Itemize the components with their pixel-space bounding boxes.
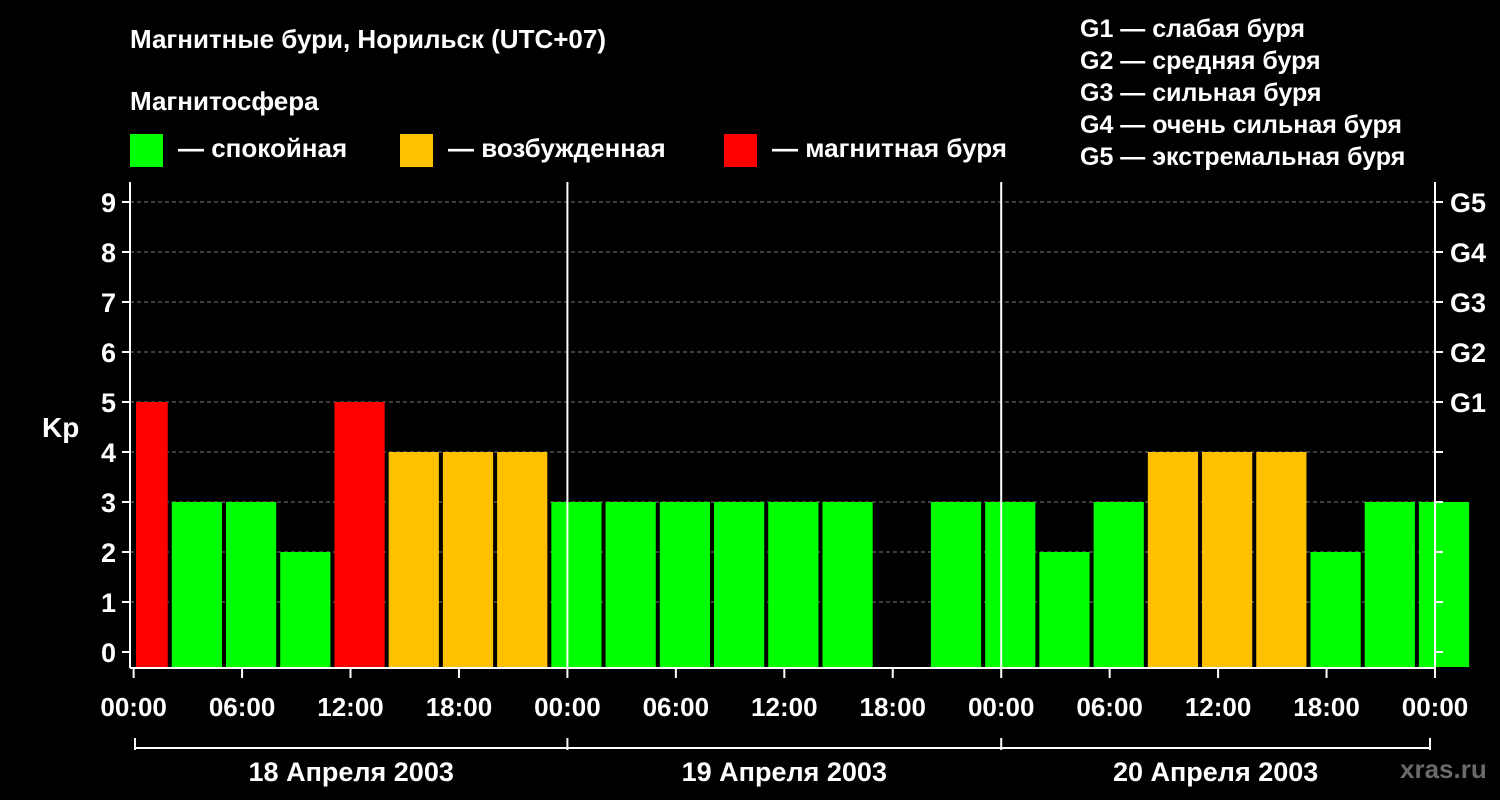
g-axis-label: G4 [1450, 238, 1486, 268]
bar-15 [930, 502, 982, 667]
bar-6 [442, 452, 494, 667]
y-tick-label: 9 [101, 188, 116, 218]
y-tick-label: 5 [101, 388, 116, 418]
bar-3 [280, 552, 331, 667]
x-tick-label: 18:00 [426, 692, 493, 722]
g-axis-label: G3 [1450, 288, 1486, 318]
x-tick-label: 06:00 [643, 692, 710, 722]
kp-chart: Магнитные бури, Норильск (UTC+07) Магнит… [42, 15, 1487, 787]
bar-17 [1039, 552, 1090, 667]
legend-label-quiet: — спокойная [178, 133, 347, 163]
bar-0 [136, 402, 168, 667]
x-tick-label: 12:00 [1185, 692, 1252, 722]
legend-label-storm: — магнитная буря [772, 133, 1007, 163]
g-axis-label: G1 [1450, 388, 1486, 418]
g-scale-item-g1: G1 — слабая буря [1080, 15, 1305, 43]
g-scale-item-g5: G5 — экстремальная буря [1080, 143, 1405, 171]
bar-7 [497, 452, 548, 667]
chart-title: Магнитные бури, Норильск (UTC+07) [130, 24, 606, 54]
bar-16 [985, 502, 1036, 667]
bar-21 [1256, 452, 1307, 667]
bar-4 [334, 402, 385, 667]
x-tick-label: 00:00 [534, 692, 601, 722]
bar-23 [1364, 502, 1415, 667]
x-tick-label: 00:00 [1402, 692, 1469, 722]
legend-swatch-active [400, 134, 433, 167]
x-tick-label: 12:00 [317, 692, 384, 722]
legend-swatch-quiet [130, 134, 163, 167]
legend-label-active: — возбужденная [448, 133, 666, 163]
legend-swatch-storm [724, 134, 757, 167]
x-tick-label: 06:00 [209, 692, 276, 722]
day-label: 18 Апреля 2003 [249, 757, 454, 787]
g-axis-label: G2 [1450, 338, 1486, 368]
bar-19 [1147, 452, 1199, 667]
y-tick-label: 4 [101, 438, 116, 468]
g-scale-item-g2: G2 — средняя буря [1080, 47, 1321, 75]
y-axis-label: Kp [42, 412, 79, 443]
y-tick-label: 2 [101, 538, 116, 568]
g-scale-item-g3: G3 — сильная буря [1080, 79, 1322, 107]
bar-5 [388, 452, 439, 667]
y-tick-label: 7 [101, 288, 116, 318]
bar-11 [714, 502, 765, 667]
day-label: 20 Апреля 2003 [1113, 757, 1318, 787]
watermark: xras.ru [1400, 754, 1487, 784]
x-tick-label: 18:00 [860, 692, 927, 722]
bar-9 [605, 502, 656, 667]
bar-8 [551, 502, 602, 667]
bar-24 [1418, 502, 1470, 667]
x-tick-label: 06:00 [1076, 692, 1143, 722]
bar-2 [225, 502, 277, 667]
g-axis-label: G5 [1450, 188, 1486, 218]
bar-22 [1310, 552, 1361, 667]
bar-13 [822, 502, 873, 667]
bar-20 [1202, 452, 1253, 667]
bar-1 [171, 502, 222, 667]
legend-heading: Магнитосфера [130, 86, 319, 116]
day-label: 19 Апреля 2003 [682, 757, 887, 787]
y-tick-label: 3 [101, 488, 116, 518]
x-tick-label: 18:00 [1293, 692, 1360, 722]
y-tick-label: 6 [101, 338, 116, 368]
y-tick-label: 8 [101, 238, 116, 268]
g-scale-item-g4: G4 — очень сильная буря [1080, 111, 1402, 139]
x-tick-label: 00:00 [968, 692, 1035, 722]
bar-18 [1093, 502, 1144, 667]
bars [136, 402, 1470, 667]
bar-10 [659, 502, 711, 667]
x-tick-label: 12:00 [751, 692, 818, 722]
bar-12 [768, 502, 819, 667]
y-tick-label: 0 [101, 638, 116, 668]
x-tick-label: 00:00 [100, 692, 167, 722]
y-tick-label: 1 [101, 588, 116, 618]
